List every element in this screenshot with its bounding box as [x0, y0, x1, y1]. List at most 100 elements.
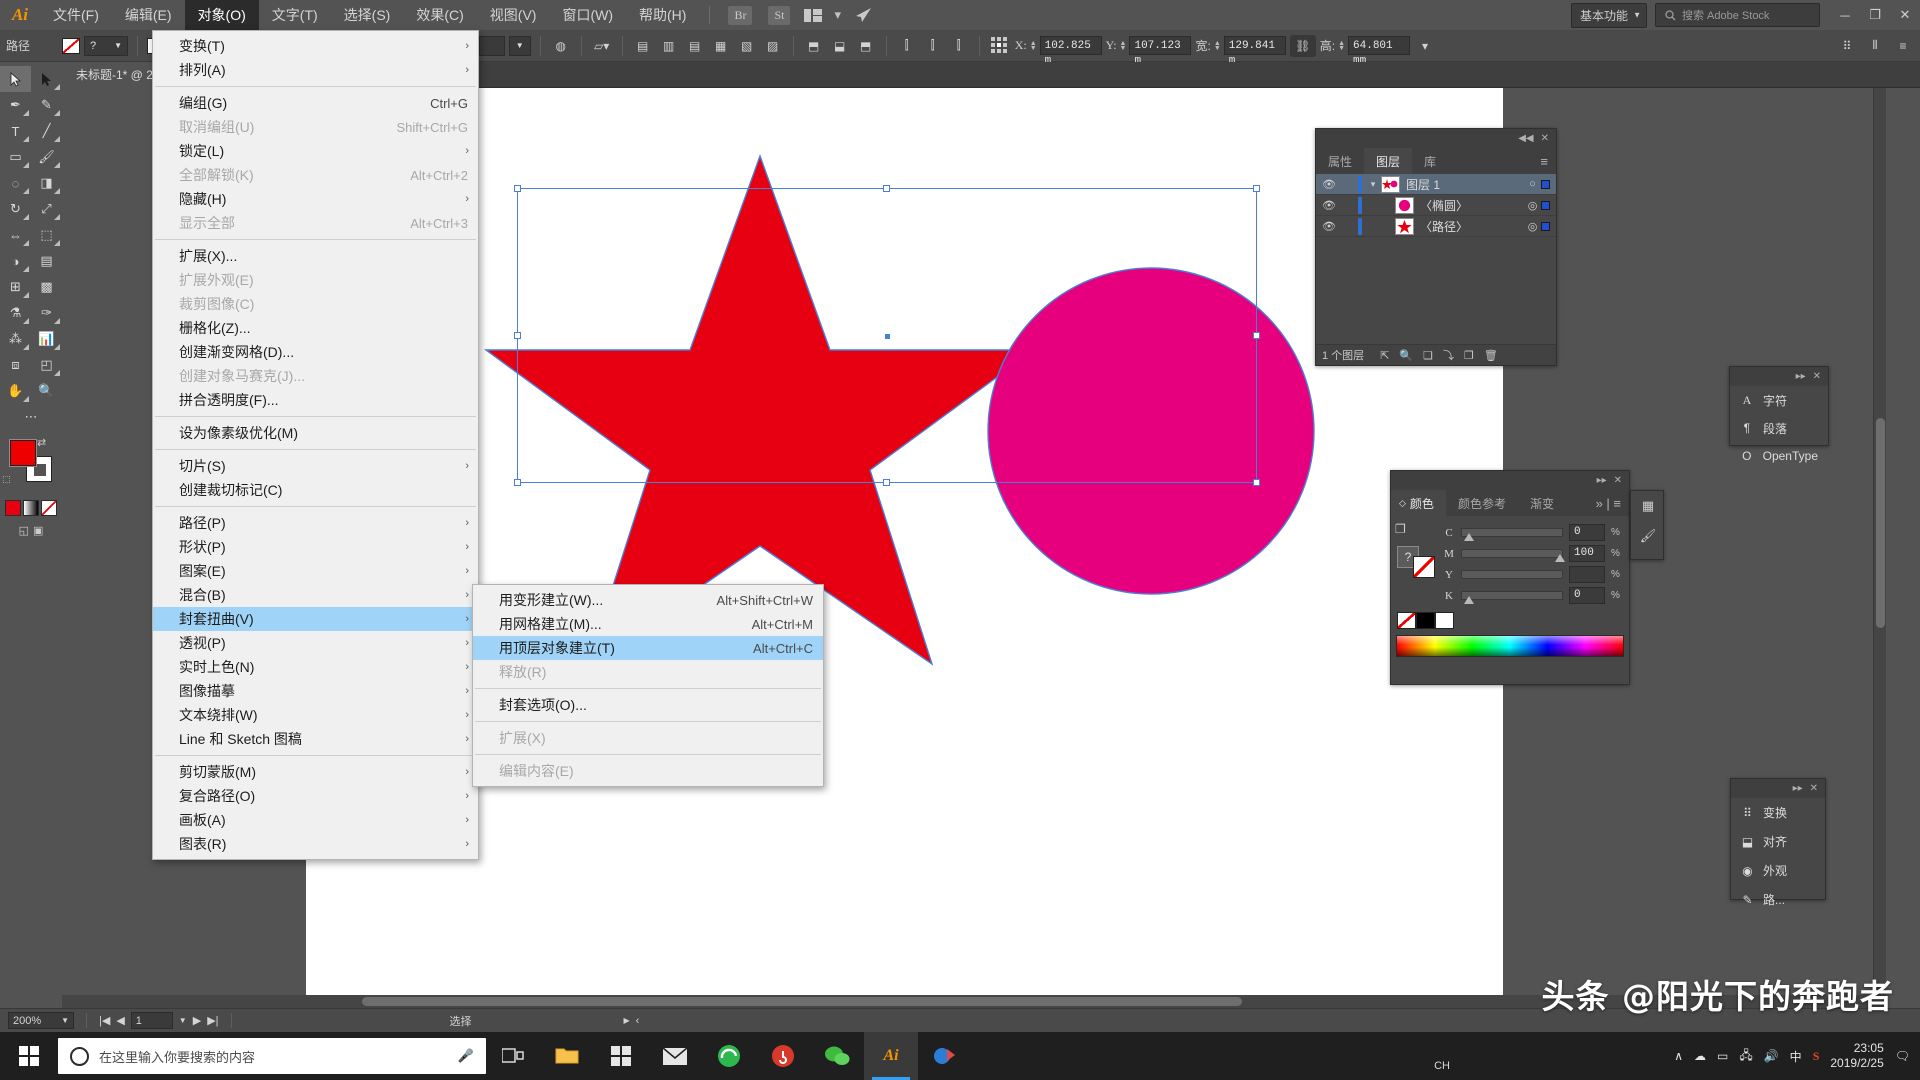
- layer-row[interactable]: 👁 〈椭圆〉 ◎: [1316, 195, 1556, 216]
- panel-item-pathfinder[interactable]: ✎ 路...: [1731, 885, 1825, 914]
- yellow-slider-row[interactable]: Y %: [1439, 564, 1625, 585]
- menu-item[interactable]: 用网格建立(M)... Alt+Ctrl+M: [473, 612, 823, 636]
- layers-panel[interactable]: ◀◀ ✕ 属性 图层 库 ≡ 👁 ▾ 图层 1 ○ 👁 〈椭圆〉 ◎ 👁 〈路径…: [1315, 128, 1557, 366]
- tab-color[interactable]: ◇ 颜色: [1391, 490, 1446, 516]
- distribute-center-icon[interactable]: ⬓: [829, 35, 851, 57]
- object-menu-dropdown[interactable]: 变换(T) › 排列(A) › 编组(G) Ctrl+G 取消编组(U) Shift+Ctrl…: [152, 30, 479, 860]
- menu-item[interactable]: 创建渐变网格(D)...: [153, 340, 478, 364]
- brushes-icon[interactable]: 🖌: [1631, 521, 1665, 551]
- locate-object-icon[interactable]: 🔍: [1399, 349, 1413, 362]
- white-swatch[interactable]: [1435, 612, 1454, 629]
- width-stepper[interactable]: ▲ ▼: [1214, 40, 1221, 52]
- tool-pen[interactable]: ✒: [0, 92, 31, 118]
- tool-artboard[interactable]: ⧈: [0, 352, 31, 378]
- delete-layer-icon[interactable]: 🗑: [1484, 349, 1498, 362]
- tool-curvature[interactable]: ✎: [31, 92, 62, 118]
- target-circle-icon[interactable]: ○: [1524, 178, 1541, 190]
- expand-icon[interactable]: ▸▸: [1793, 783, 1803, 794]
- menu-item[interactable]: 排列(A) ›: [153, 58, 478, 82]
- chevron-down-icon[interactable]: ▾: [834, 7, 841, 23]
- screen-mode-icon[interactable]: ▣: [33, 524, 43, 537]
- tool-line-segment[interactable]: ╱: [31, 118, 62, 144]
- volume-icon[interactable]: 🔊: [1764, 1049, 1779, 1063]
- status-menu-icon[interactable]: ▶: [624, 1016, 630, 1025]
- height-stepper[interactable]: ▲ ▼: [1338, 40, 1345, 52]
- width-field[interactable]: 宽: ▲ ▼ 129.841 m: [1195, 36, 1286, 67]
- visibility-eye-icon[interactable]: 👁: [1318, 199, 1340, 212]
- recolor-artwork-icon[interactable]: ◍: [550, 35, 572, 57]
- selection-handle-ml[interactable]: [514, 331, 521, 339]
- selection-handle-tr[interactable]: [1253, 185, 1260, 192]
- transform-dropdown-icon[interactable]: ▱▾: [591, 35, 613, 57]
- tool-direct-selection[interactable]: [31, 66, 62, 92]
- transform-align-panel-group[interactable]: ▸▸ ✕ ⠿ 变换 ⬓ 对齐 ◉ 外观 ✎ 路...: [1730, 778, 1826, 907]
- distribute-middle-icon[interactable]: ⫿: [922, 35, 944, 57]
- workspace-switcher[interactable]: 基本功能 ▼: [1570, 2, 1647, 28]
- tool-width[interactable]: ⇔: [0, 222, 31, 248]
- panel-item-opentype[interactable]: O OpenType: [1730, 442, 1828, 470]
- selection-handle-tc[interactable]: [883, 185, 890, 192]
- create-sublayer-icon[interactable]: ⤵: [1443, 347, 1454, 363]
- object-name[interactable]: 〈路径〉: [1420, 218, 1524, 235]
- black-swatch[interactable]: [1416, 612, 1435, 629]
- menu-item[interactable]: 变换(T) ›: [153, 34, 478, 58]
- menu-item[interactable]: 切片(S) ›: [153, 454, 478, 478]
- start-button[interactable]: [0, 1032, 58, 1080]
- netease-music-icon[interactable]: [756, 1032, 810, 1080]
- selection-handle-bc[interactable]: [883, 479, 890, 486]
- menu-item[interactable]: 隐藏(H) ›: [153, 187, 478, 211]
- action-center-icon[interactable]: 🗨: [1895, 1049, 1910, 1063]
- tool-edit-toolbar[interactable]: ⋯: [0, 404, 62, 430]
- drawing-mode-icon[interactable]: ◱: [19, 524, 29, 537]
- scrollbar-thumb[interactable]: [1876, 418, 1885, 628]
- tool-shaper[interactable]: ◌: [0, 170, 31, 196]
- align-top-icon[interactable]: ▦: [710, 35, 732, 57]
- menu-window[interactable]: 窗口(W): [549, 0, 626, 30]
- distribute-bottom-icon[interactable]: ⬒: [855, 35, 877, 57]
- bridge-icon[interactable]: Br: [728, 5, 753, 25]
- tab-gradient[interactable]: 渐变: [1518, 490, 1566, 516]
- tool-rectangle[interactable]: ▭: [0, 144, 31, 170]
- yellow-track[interactable]: [1461, 570, 1563, 579]
- x-stepper[interactable]: ▲ ▼: [1030, 40, 1037, 52]
- target-circle-icon[interactable]: ◎: [1524, 199, 1541, 212]
- cyan-value[interactable]: 0: [1569, 524, 1605, 541]
- arrange-icon[interactable]: ⠿: [1836, 35, 1858, 57]
- menu-file[interactable]: 文件(F): [40, 0, 112, 30]
- panel-item-transform[interactable]: ⠿ 变换: [1731, 798, 1825, 827]
- menu-item[interactable]: 复合路径(O) ›: [153, 784, 478, 808]
- menu-item[interactable]: 封套扭曲(V) ›: [153, 607, 478, 631]
- battery-icon[interactable]: ▭: [1717, 1049, 1728, 1063]
- file-explorer-icon[interactable]: [540, 1032, 594, 1080]
- type-panel-group[interactable]: ▸▸ ✕ A 字符 ¶ 段落 O OpenType: [1729, 366, 1829, 463]
- tab-color-guide[interactable]: 颜色参考: [1446, 490, 1518, 516]
- close-icon[interactable]: ✕: [1813, 371, 1821, 382]
- tool-zoom[interactable]: 🔍: [31, 378, 62, 404]
- release-to-layers-icon[interactable]: ⇱: [1380, 349, 1389, 362]
- distribute-right-icon[interactable]: ⫿: [948, 35, 970, 57]
- create-layer-icon[interactable]: ❐: [1464, 349, 1474, 362]
- tab-layers[interactable]: 图层: [1364, 148, 1413, 174]
- visibility-eye-icon[interactable]: 👁: [1318, 220, 1340, 233]
- collapse-icon[interactable]: ◀◀: [1518, 133, 1533, 144]
- selection-handle-mr[interactable]: [1253, 331, 1260, 339]
- tab-properties[interactable]: 属性: [1316, 148, 1364, 174]
- taskbar-search-input[interactable]: 在这里输入你要搜索的内容 🎤: [58, 1038, 486, 1074]
- zoom-level-input[interactable]: 200% ▼: [8, 1012, 74, 1029]
- vertical-scrollbar[interactable]: [1873, 88, 1886, 1022]
- selection-handle-tl[interactable]: [514, 185, 521, 192]
- fill-color-swatch[interactable]: [10, 440, 36, 466]
- x-input[interactable]: 102.825 m: [1039, 36, 1102, 67]
- tool-shape-builder[interactable]: ◑: [0, 248, 31, 274]
- next-page-icon[interactable]: ▶: [193, 1014, 201, 1027]
- x-position-field[interactable]: X: ▲ ▼ 102.825 m: [1015, 36, 1102, 67]
- tool-selection[interactable]: [0, 66, 31, 92]
- menu-item[interactable]: 图像描摹 ›: [153, 679, 478, 703]
- stock-icon[interactable]: St: [768, 5, 791, 25]
- none-stroke-swatch[interactable]: [1413, 556, 1435, 578]
- layer-row[interactable]: 👁 〈路径〉 ◎: [1316, 216, 1556, 237]
- panel-item-paragraph[interactable]: ¶ 段落: [1730, 414, 1828, 442]
- target-circle-icon[interactable]: ◎: [1524, 220, 1541, 233]
- swap-fill-stroke-icon[interactable]: ⇄: [37, 436, 46, 449]
- stock-search-input[interactable]: 搜索 Adobe Stock: [1655, 3, 1820, 27]
